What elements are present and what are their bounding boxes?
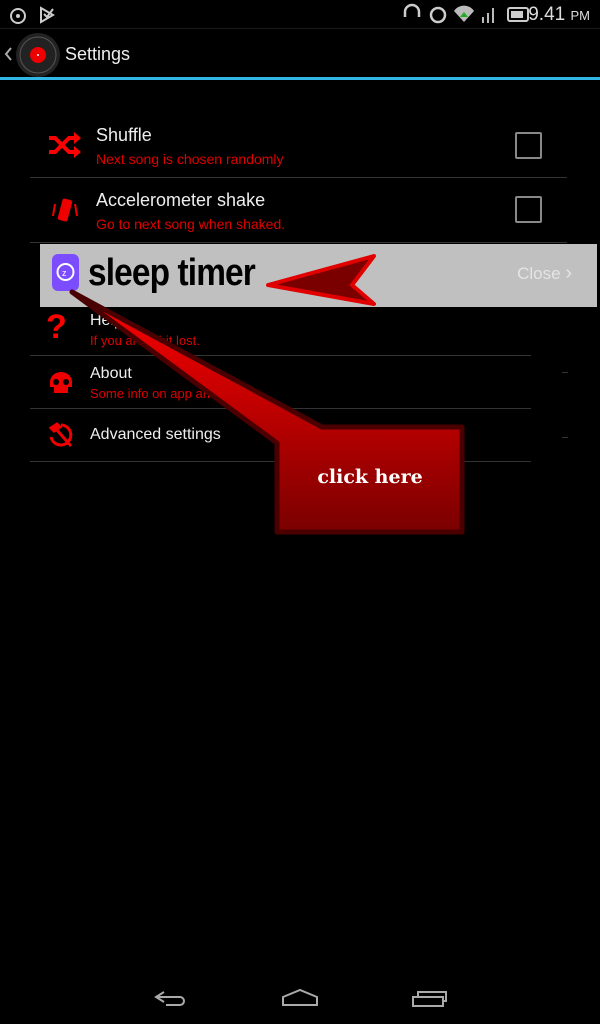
back-nav-icon <box>154 991 185 1006</box>
recents-nav-icon <box>412 991 447 1007</box>
home-nav-icon <box>282 988 318 1006</box>
navigation-bar <box>154 988 447 1007</box>
screen: 9.41 PM Settings Shuffle Next song is ch… <box>0 0 600 1024</box>
callout-label: click here <box>317 466 423 488</box>
callout-shape <box>69 289 465 535</box>
pointer-arrow <box>266 254 376 306</box>
